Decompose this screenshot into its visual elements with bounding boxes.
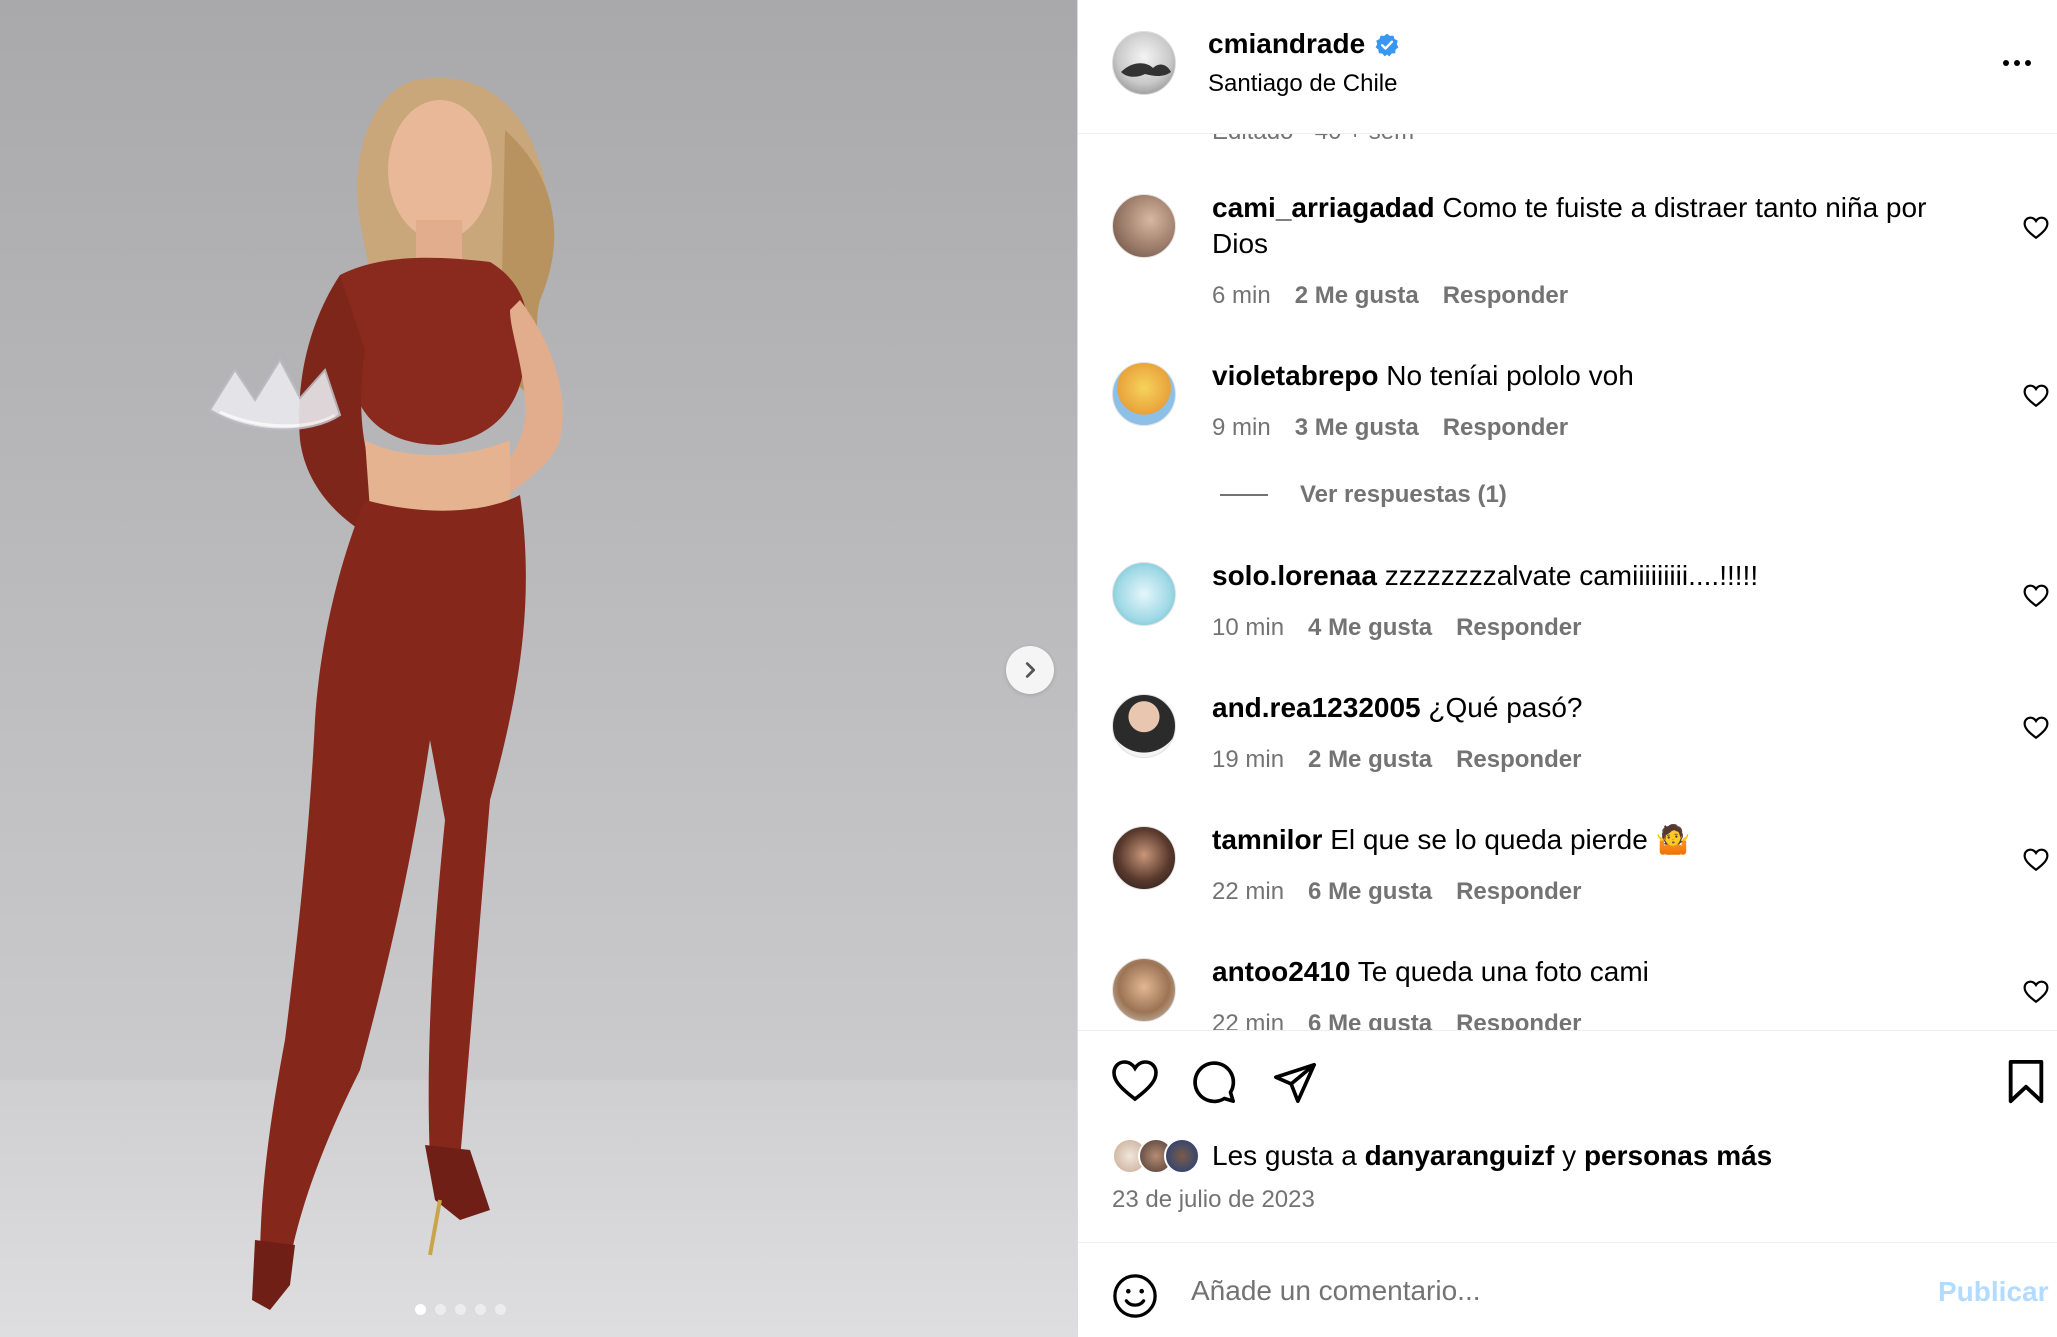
emoji-icon[interactable] (1112, 1273, 1158, 1319)
reply-button[interactable]: Responder (1456, 1010, 1581, 1030)
chevron-right-icon (1025, 662, 1036, 678)
reply-button[interactable]: Responder (1456, 878, 1581, 906)
replies-divider (1220, 494, 1268, 496)
model-boot-right (425, 1145, 490, 1220)
likes-text: Les gusta a danyaranguizf y personas más (1212, 1140, 1772, 1172)
comment-content: No teníai pololo voh (1386, 360, 1634, 391)
comment-composer: Publicar (1078, 1242, 2057, 1337)
liker-username[interactable]: danyaranguizf (1365, 1140, 1555, 1171)
carousel-dot (495, 1304, 506, 1315)
comment-time[interactable]: 22 min (1212, 878, 1284, 906)
commenter-username[interactable]: solo.lorenaa (1212, 560, 1377, 591)
commenter-avatar[interactable] (1112, 694, 1176, 758)
comment-meta: 6 min 2 Me gusta Responder (1212, 282, 1568, 310)
model-boot-left (252, 1240, 295, 1310)
commenter-username[interactable]: and.rea1232005 (1212, 692, 1421, 723)
commenter-avatar[interactable] (1112, 362, 1176, 426)
post-media[interactable] (0, 0, 1077, 1337)
post-location[interactable]: Santiago de Chile (1208, 70, 1397, 98)
comment-text: antoo2410 Te queda una foto cami (1212, 954, 1972, 990)
comment-meta: 9 min 3 Me gusta Responder (1212, 414, 1568, 442)
comment-meta: 10 min 4 Me gusta Responder (1212, 614, 1581, 642)
heart-icon[interactable] (2023, 848, 2049, 872)
comment-time[interactable]: 9 min (1212, 414, 1271, 442)
comment-text: and.rea1232005 ¿Qué pasó? (1212, 690, 1972, 726)
commenter-avatar[interactable] (1112, 562, 1176, 626)
carousel-dot (415, 1304, 426, 1315)
comment-likes[interactable]: 2 Me gusta (1295, 282, 1419, 310)
more-options-icon[interactable] (2003, 48, 2043, 78)
commenter-avatar[interactable] (1112, 194, 1176, 258)
author-avatar[interactable] (1112, 31, 1176, 95)
reply-button[interactable]: Responder (1456, 614, 1581, 642)
post-date[interactable]: 23 de julio de 2023 (1112, 1186, 1315, 1214)
heart-icon[interactable] (2023, 584, 2049, 608)
comment-likes[interactable]: 6 Me gusta (1308, 878, 1432, 906)
comment-likes[interactable]: 3 Me gusta (1295, 414, 1419, 442)
comment-text: solo.lorenaa zzzzzzzzalvate camiiiiiiiii… (1212, 558, 1972, 594)
heart-icon[interactable] (2023, 716, 2049, 740)
comment-time[interactable]: 10 min (1212, 614, 1284, 642)
commenter-username[interactable]: violetabrepo (1212, 360, 1378, 391)
comment-text: cami_arriagadad Como te fuiste a distrae… (1212, 190, 1972, 262)
likes-summary[interactable]: Les gusta a danyaranguizf y personas más (1112, 1138, 1772, 1174)
comment-time[interactable]: 19 min (1212, 746, 1284, 774)
commenter-username[interactable]: antoo2410 (1212, 956, 1351, 987)
bookmark-icon[interactable] (2006, 1059, 2046, 1105)
author-username[interactable]: cmiandrade (1208, 28, 1365, 60)
comment-meta: 22 min 6 Me gusta Responder (1212, 878, 1581, 906)
post-photo (208, 77, 563, 1310)
reply-button[interactable]: Responder (1443, 282, 1568, 310)
heart-icon[interactable] (1111, 1059, 1159, 1103)
comment-likes[interactable]: 2 Me gusta (1308, 746, 1432, 774)
view-replies-button[interactable]: Ver respuestas (1) (1220, 481, 1507, 509)
comment-meta: 19 min 2 Me gusta Responder (1212, 746, 1581, 774)
post-side-panel: cmiandrade Santiago de Chile Editado · 4… (1077, 0, 2057, 1337)
commenter-username[interactable]: cami_arriagadad (1212, 192, 1435, 223)
comment-text: tamnilor El que se lo queda pierde 🤷 (1212, 822, 1972, 858)
comment-content: Te queda una foto cami (1357, 956, 1649, 987)
comment-meta: 22 min 6 Me gusta Responder (1212, 1010, 1581, 1030)
comment-input[interactable] (1191, 1267, 1891, 1315)
likes-others[interactable]: personas más (1584, 1140, 1772, 1171)
reply-button[interactable]: Responder (1456, 746, 1581, 774)
publish-button[interactable]: Publicar (1938, 1276, 2048, 1308)
reply-button[interactable]: Responder (1443, 414, 1568, 442)
carousel-dot (455, 1304, 466, 1315)
liker-avatar (1164, 1138, 1200, 1174)
comment-likes[interactable]: 4 Me gusta (1308, 614, 1432, 642)
view-replies-label: Ver respuestas (1) (1300, 481, 1507, 508)
likes-conjunction: y (1562, 1140, 1577, 1171)
carousel-indicator (415, 1304, 506, 1315)
comment-content: ¿Qué pasó? (1428, 692, 1583, 723)
post-header: cmiandrade Santiago de Chile (1078, 0, 2057, 134)
comment-content: zzzzzzzzalvate camiiiiiiiii....!!!!! (1384, 560, 1759, 591)
share-icon[interactable] (1272, 1059, 1318, 1105)
heart-icon[interactable] (2023, 980, 2049, 1004)
model-pants (260, 495, 526, 1265)
likes-prefix: Les gusta a (1212, 1140, 1357, 1171)
comment-content: El que se lo queda pierde 🤷 (1330, 824, 1691, 855)
commenter-avatar[interactable] (1112, 826, 1176, 890)
carousel-dot (475, 1304, 486, 1315)
model-face (388, 100, 492, 240)
comment-time[interactable]: 22 min (1212, 1010, 1284, 1030)
commenter-username[interactable]: tamnilor (1212, 824, 1322, 855)
model-top (340, 257, 529, 445)
comment-likes[interactable]: 6 Me gusta (1308, 1010, 1432, 1030)
post-actions-area: Les gusta a danyaranguizf y personas más… (1078, 1030, 2057, 1242)
verified-badge-icon (1375, 33, 1399, 57)
comment-icon[interactable] (1191, 1059, 1237, 1105)
next-slide-button[interactable] (1006, 646, 1054, 694)
comment-text: violetabrepo No teníai pololo voh (1212, 358, 1972, 394)
heart-icon[interactable] (2023, 216, 2049, 240)
comments-list[interactable]: cami_arriagadad Como te fuiste a distrae… (1078, 134, 2057, 1030)
commenter-avatar[interactable] (1112, 958, 1176, 1022)
heart-icon[interactable] (2023, 384, 2049, 408)
comment-time[interactable]: 6 min (1212, 282, 1271, 310)
carousel-dot (435, 1304, 446, 1315)
